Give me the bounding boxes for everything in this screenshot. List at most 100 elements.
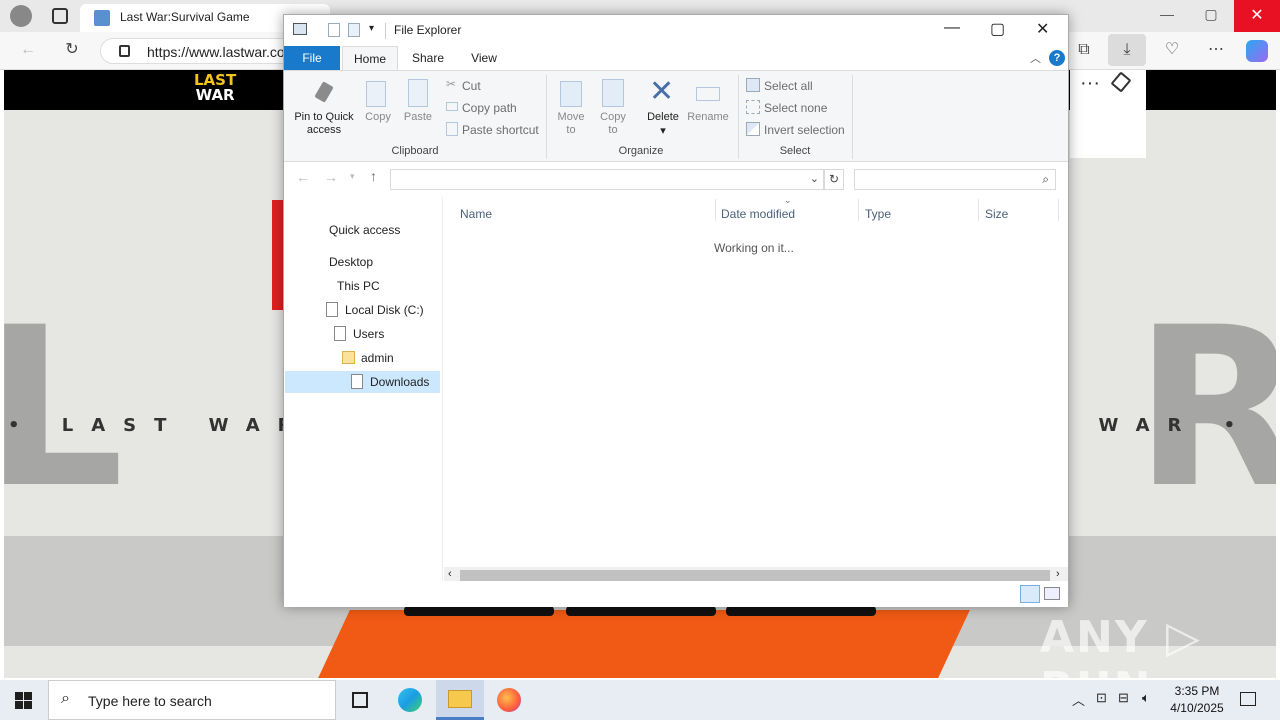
explorer-app-icon: [293, 23, 307, 35]
column-type[interactable]: Type: [865, 207, 891, 221]
navigation-pane: Quick access Desktop This PC Local Disk …: [284, 197, 442, 589]
pane-divider[interactable]: [442, 197, 443, 581]
column-name[interactable]: Name: [460, 207, 492, 221]
more-menu-icon[interactable]: ⋯: [1204, 38, 1228, 62]
browser-maximize-button[interactable]: ▢: [1196, 6, 1226, 26]
overlay-menu-icon[interactable]: ···: [1080, 72, 1100, 95]
scroll-right-icon[interactable]: ›: [1056, 568, 1060, 580]
move-to-icon: [560, 81, 582, 107]
address-bar[interactable]: https://www.lastwar.co: [100, 38, 300, 64]
close-icon: ✕: [1250, 7, 1264, 24]
banner-text-right: T WAR • L: [1044, 415, 1276, 436]
copy-label: Copy: [365, 111, 391, 123]
back-icon[interactable]: ←: [16, 38, 40, 62]
column-divider[interactable]: [715, 199, 716, 221]
nav-downloads[interactable]: Downloads: [285, 371, 440, 393]
column-size[interactable]: Size: [985, 207, 1008, 221]
downloads-button[interactable]: ⤓: [1108, 34, 1146, 66]
paste-shortcut-button[interactable]: Paste shortcut: [444, 119, 544, 139]
copy-button[interactable]: Copy: [360, 75, 396, 141]
browser-essentials-icon[interactable]: ♡: [1160, 38, 1184, 62]
cut-label: Cut: [462, 79, 481, 93]
refresh-icon[interactable]: ↻: [60, 38, 84, 62]
tab-home[interactable]: Home: [342, 46, 398, 70]
notifications-icon[interactable]: [1240, 692, 1256, 706]
extensions-icon[interactable]: ⧉: [1072, 38, 1096, 62]
forward-arrow-icon[interactable]: →: [324, 169, 338, 185]
show-hidden-icons-icon[interactable]: ︿: [1072, 690, 1085, 709]
nav-this-pc[interactable]: This PC: [337, 275, 380, 297]
system-clock[interactable]: 3:35 PM 4/10/2025: [1162, 683, 1232, 717]
browser-minimize-button[interactable]: —: [1152, 6, 1182, 26]
details-view-icon[interactable]: [1020, 585, 1040, 603]
nav-users[interactable]: Users: [334, 323, 384, 345]
delete-x-icon: ✕: [649, 75, 675, 108]
pin-label-line1: Pin to Quick: [294, 111, 354, 123]
qat-new-folder-icon[interactable]: [348, 23, 360, 37]
large-icons-view-icon[interactable]: [1044, 587, 1060, 600]
nav-quick-access[interactable]: Quick access: [329, 219, 400, 241]
copilot-icon[interactable]: [1246, 40, 1268, 62]
tab-share[interactable]: Share: [400, 46, 456, 70]
recent-locations-icon[interactable]: ▾: [350, 171, 355, 182]
select-all-button[interactable]: Select all: [744, 75, 854, 95]
explorer-minimize-button[interactable]: —: [944, 19, 960, 37]
volume-icon[interactable]: 🔈︎: [1142, 690, 1150, 706]
taskbar-search[interactable]: ⌕ Type here to search: [48, 680, 336, 720]
qat-properties-icon[interactable]: [328, 23, 340, 37]
task-view-icon[interactable]: [336, 680, 384, 720]
explorer-close-button[interactable]: ✕: [1036, 19, 1049, 39]
copy-to-button[interactable]: Copy to: [594, 75, 632, 141]
download-button-3[interactable]: [726, 606, 876, 616]
clipboard-icon: [408, 79, 428, 107]
copy-path-button[interactable]: Copy path: [444, 97, 544, 117]
file-list: Name ⌄ Date modified Type Size Working o…: [444, 195, 1068, 589]
back-arrow-icon[interactable]: ←: [296, 169, 310, 185]
explorer-search-field[interactable]: ⌕: [854, 169, 1056, 190]
up-arrow-icon[interactable]: ↑: [370, 168, 377, 184]
download-button-2[interactable]: [566, 606, 716, 616]
nav-label: Local Disk (C:): [345, 303, 424, 317]
site-logo[interactable]: LAST WAR: [194, 73, 236, 103]
rename-button[interactable]: Rename: [686, 75, 730, 141]
move-to-button[interactable]: Move to: [552, 75, 590, 141]
column-divider[interactable]: [858, 199, 859, 221]
nav-admin[interactable]: admin: [342, 347, 394, 369]
browser-close-button[interactable]: ✕: [1234, 0, 1280, 32]
column-date-modified[interactable]: Date modified: [721, 207, 795, 221]
tab-file[interactable]: File: [284, 46, 340, 70]
cut-button[interactable]: ✂ Cut: [444, 75, 544, 95]
tab-actions-icon[interactable]: [52, 8, 68, 24]
nav-local-disk[interactable]: Local Disk (C:): [326, 299, 424, 321]
column-divider[interactable]: [978, 199, 979, 221]
nav-desktop[interactable]: Desktop: [329, 251, 373, 273]
help-icon[interactable]: ?: [1049, 50, 1065, 66]
nav-label: This PC: [337, 279, 380, 293]
address-dropdown-icon[interactable]: ⌄: [810, 172, 819, 185]
explorer-address-field[interactable]: ⌄: [390, 169, 824, 190]
select-none-button[interactable]: Select none: [744, 97, 854, 117]
refresh-button[interactable]: ↻: [824, 169, 844, 190]
scroll-left-icon[interactable]: ‹: [448, 568, 452, 580]
qat-dropdown-icon[interactable]: ▾: [369, 23, 374, 34]
pin-to-quick-access-button[interactable]: Pin to Quick access: [290, 75, 358, 141]
firefox-app-icon[interactable]: [484, 680, 532, 720]
invert-selection-icon: [746, 122, 760, 136]
profile-icon[interactable]: [10, 5, 32, 27]
download-button-1[interactable]: [404, 606, 554, 616]
tab-view[interactable]: View: [456, 46, 512, 70]
network-icon[interactable]: ⊟: [1118, 690, 1129, 706]
start-windows-icon[interactable]: [15, 692, 32, 709]
column-divider[interactable]: [1058, 199, 1059, 221]
delete-button[interactable]: ✕ Delete ▾: [642, 75, 684, 141]
tray-device-icon[interactable]: ⊡: [1096, 690, 1107, 706]
scroll-thumb[interactable]: [460, 570, 1050, 581]
paste-button[interactable]: Paste: [400, 75, 436, 141]
file-explorer-app-icon[interactable]: [436, 680, 484, 720]
rename-icon: [696, 87, 720, 101]
explorer-maximize-button[interactable]: ▢: [990, 19, 1005, 39]
ribbon-collapse-icon[interactable]: ︿: [1030, 50, 1041, 66]
edge-app-icon[interactable]: [386, 680, 434, 720]
invert-selection-button[interactable]: Invert selection: [744, 119, 854, 139]
nav-label: Desktop: [329, 255, 374, 269]
